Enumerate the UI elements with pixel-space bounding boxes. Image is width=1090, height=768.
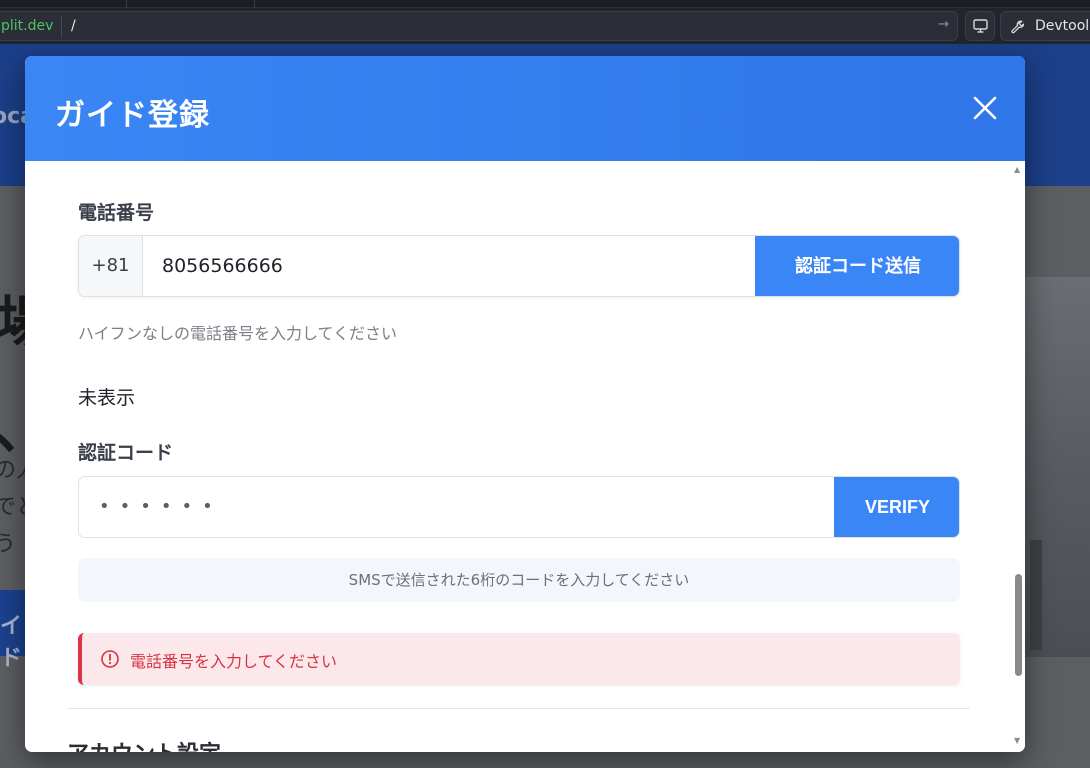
wrench-icon <box>1011 20 1025 34</box>
status-text: 未表示 <box>78 387 136 409</box>
error-alert: 電話番号を入力してください <box>78 633 960 685</box>
verification-input-group: •••••• VERIFY <box>78 476 960 538</box>
page-cta-label: イド <box>0 614 23 671</box>
devtools-label: Devtools <box>1035 18 1090 34</box>
error-message: 電話番号を入力してください <box>130 652 338 671</box>
phone-label: 電話番号 <box>78 202 155 224</box>
guide-registration-modal: ガイド登録 電話番号 +81 認証コード送信 ハイフンなしの電話番号を入力してく… <box>25 56 1025 752</box>
phone-number-input[interactable] <box>143 236 755 296</box>
devtools-button[interactable]: Devtools <box>1000 11 1090 41</box>
scrollbar-thumb[interactable] <box>1015 574 1022 676</box>
monitor-icon <box>973 19 988 33</box>
account-settings-heading: アカウント設定 <box>67 736 221 752</box>
scroll-down-icon[interactable]: ▼ <box>1014 736 1020 745</box>
verification-code-label: 認証コード <box>78 442 174 464</box>
page-text: う <box>0 532 17 557</box>
section-divider <box>67 708 970 709</box>
phone-help-text: ハイフンなしの電話番号を入力してください <box>78 324 398 343</box>
tab-divider <box>254 0 255 8</box>
verify-button[interactable]: VERIFY <box>834 477 959 537</box>
alert-circle-icon <box>101 650 119 668</box>
send-code-button[interactable]: 認証コード送信 <box>755 236 959 296</box>
sms-hint: SMSで送信された6桁のコードを入力してください <box>78 558 960 602</box>
browser-toolbar: plit.dev / → Devtools <box>0 8 1090 44</box>
go-arrow-icon[interactable]: → <box>938 17 949 32</box>
scroll-up-icon[interactable]: ▲ <box>1014 165 1020 174</box>
close-icon <box>973 96 997 120</box>
screen-button[interactable] <box>965 11 995 41</box>
browser-tab-strip <box>0 0 1090 8</box>
phone-input-group: +81 認証コード送信 <box>78 235 960 297</box>
country-code: +81 <box>79 236 143 296</box>
tab-divider <box>126 0 127 8</box>
url-bar[interactable]: plit.dev / → <box>0 11 958 41</box>
url-host: plit.dev <box>1 18 54 34</box>
modal-title: ガイド登録 <box>55 98 210 133</box>
modal-header: ガイド登録 <box>25 56 1025 161</box>
page-photo-detail <box>1030 540 1042 650</box>
url-path[interactable]: / <box>71 18 76 34</box>
close-button[interactable] <box>971 94 999 122</box>
url-separator <box>61 16 62 38</box>
verification-code-input[interactable]: •••••• <box>79 477 834 537</box>
